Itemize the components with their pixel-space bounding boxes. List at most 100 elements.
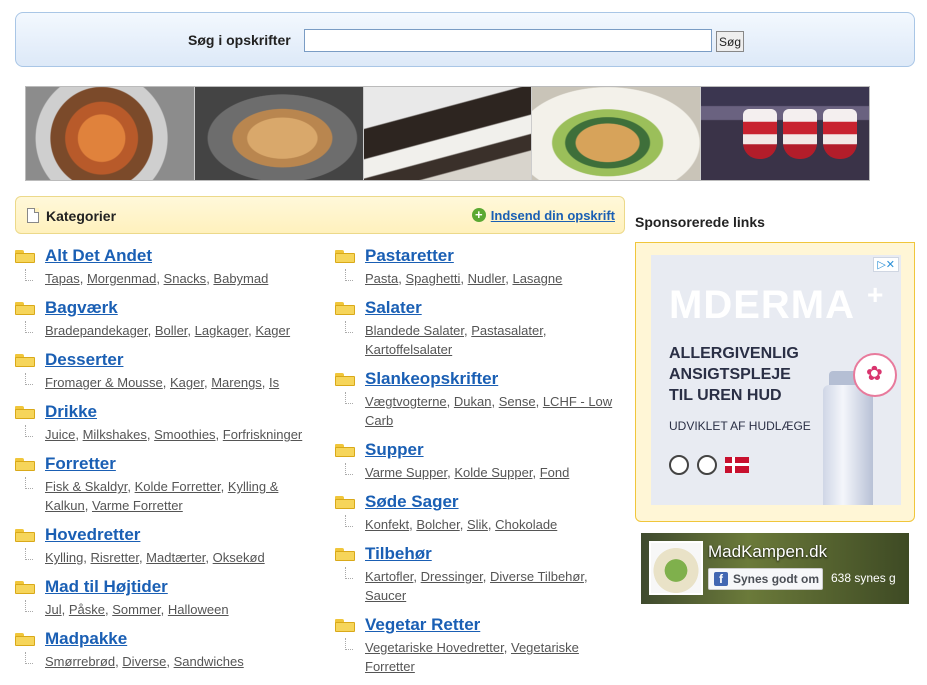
- dessert-glass: [823, 109, 858, 159]
- subcategory-link[interactable]: Kylling: [45, 550, 83, 565]
- subcategory-link[interactable]: Smørrebrød: [45, 654, 115, 669]
- certification-badge-icon: [697, 455, 717, 475]
- subcategory-link[interactable]: Chokolade: [495, 517, 557, 532]
- subcategory-link[interactable]: Tapas: [45, 271, 80, 286]
- ad-banner[interactable]: ▷✕ MDERMA + ALLERGIVENLIG ANSIGTSPLEJE T…: [651, 255, 901, 505]
- submit-recipe-link[interactable]: + Indsend din opskrift: [471, 208, 615, 223]
- page-thumbnail[interactable]: [649, 541, 703, 595]
- subcategory-link[interactable]: Jul: [45, 602, 62, 617]
- subcategory-link[interactable]: Konfekt: [365, 517, 409, 532]
- subcategory-link[interactable]: Sense: [499, 394, 536, 409]
- subcategory-link[interactable]: Fond: [540, 465, 570, 480]
- subcategory-link[interactable]: Bradepandekager: [45, 323, 148, 338]
- subcategory-link[interactable]: Kartoffelsalater: [365, 342, 452, 357]
- subcategory-link[interactable]: Smoothies: [154, 427, 215, 442]
- subcategory-link[interactable]: Diverse: [122, 654, 166, 669]
- subcategory-link[interactable]: Dressinger: [421, 569, 483, 584]
- category-link[interactable]: Vegetar Retter: [365, 615, 480, 635]
- categories-left-column: Alt Det Andet Tapas, Morgenmad, Snacks, B…: [15, 245, 315, 680]
- facebook-like-button[interactable]: f Synes godt om: [708, 568, 823, 590]
- subcategory-link[interactable]: Vegetariske Hovedretter: [365, 640, 504, 655]
- folder-icon: [335, 619, 355, 632]
- subcategory-link[interactable]: Kager: [255, 323, 290, 338]
- category-link[interactable]: Madpakke: [45, 629, 127, 649]
- subcategory-link[interactable]: Spaghetti: [405, 271, 460, 286]
- category-link[interactable]: Forretter: [45, 454, 116, 474]
- category-block: Pastaretter Pasta, Spaghetti, Nudler, Las…: [335, 245, 625, 288]
- category-link[interactable]: Slankeopskrifter: [365, 369, 498, 389]
- subcategory-link[interactable]: Vægtvogterne: [365, 394, 447, 409]
- subcategory-link[interactable]: Lagkager: [195, 323, 249, 338]
- tree-branch-icon: [25, 548, 33, 560]
- folder-icon: [335, 548, 355, 561]
- search-button[interactable]: Søg: [716, 31, 744, 52]
- category-link[interactable]: Tilbehør: [365, 544, 432, 564]
- subcategory-link[interactable]: Boller: [155, 323, 188, 338]
- subcategory-link[interactable]: Varme Forretter: [92, 498, 183, 513]
- category-block: Vegetar Retter Vegetariske Hovedretter, V…: [335, 614, 625, 676]
- tree-branch-icon: [25, 321, 33, 333]
- recipe-photo[interactable]: [701, 87, 869, 180]
- category-link[interactable]: Mad til Højtider: [45, 577, 168, 597]
- subcategory-link[interactable]: Påske: [69, 602, 105, 617]
- subcategory-link[interactable]: Kolde Supper: [454, 465, 532, 480]
- subcategory-link[interactable]: Diverse Tilbehør: [490, 569, 584, 584]
- subcategory-link[interactable]: Forfriskninger: [223, 427, 302, 442]
- folder-icon: [15, 250, 35, 263]
- sponsored-title: Sponsorerede links: [635, 214, 765, 230]
- recipe-photo[interactable]: [194, 87, 363, 180]
- folder-icon: [15, 633, 35, 646]
- subcategory-link[interactable]: Is: [269, 375, 279, 390]
- subcategory-link[interactable]: Blandede Salater: [365, 323, 464, 338]
- category-block: Desserter Fromager & Mousse, Kager, Maren…: [15, 349, 315, 392]
- subcategory-link[interactable]: Juice: [45, 427, 75, 442]
- subcategory-link[interactable]: Babymad: [213, 271, 268, 286]
- subcategory-link[interactable]: Kager: [170, 375, 204, 390]
- subcategory-link[interactable]: Slik: [467, 517, 488, 532]
- subcategory-link[interactable]: Sommer: [112, 602, 160, 617]
- search-input[interactable]: [304, 29, 712, 52]
- category-block: Mad til Højtider Jul, Påske, Sommer, Hall…: [15, 576, 315, 619]
- subcategory-link[interactable]: Sandwiches: [174, 654, 244, 669]
- subcategory-list: Tapas, Morgenmad, Snacks, Babymad: [15, 269, 315, 288]
- category-link[interactable]: Desserter: [45, 350, 123, 370]
- subcategory-link[interactable]: Lasagne: [512, 271, 562, 286]
- subcategory-link[interactable]: Bolcher: [416, 517, 459, 532]
- subcategory-link[interactable]: Morgenmad: [87, 271, 156, 286]
- subcategory-link[interactable]: Pasta: [365, 271, 398, 286]
- subcategory-link[interactable]: Saucer: [365, 588, 406, 603]
- subcategory-link[interactable]: Pastasalater: [471, 323, 543, 338]
- category-link[interactable]: Søde Sager: [365, 492, 459, 512]
- subcategory-link[interactable]: Halloween: [168, 602, 229, 617]
- subcategory-link[interactable]: Risretter: [91, 550, 139, 565]
- category-link[interactable]: Supper: [365, 440, 424, 460]
- category-link[interactable]: Drikke: [45, 402, 97, 422]
- facebook-page-name[interactable]: MadKampen.dk: [708, 542, 827, 562]
- folder-icon: [335, 250, 355, 263]
- subcategory-link[interactable]: Snacks: [164, 271, 207, 286]
- subcategory-link[interactable]: Nudler: [468, 271, 506, 286]
- subcategory-link[interactable]: Oksekød: [213, 550, 265, 565]
- ad-choices-icon[interactable]: ▷✕: [873, 257, 899, 272]
- subcategory-link[interactable]: Kolde Forretter: [135, 479, 221, 494]
- subcategory-link[interactable]: Fromager & Mousse: [45, 375, 163, 390]
- subcategory-link[interactable]: Madtærter: [146, 550, 205, 565]
- category-link[interactable]: Salater: [365, 298, 422, 318]
- subcategory-link[interactable]: Kartofler: [365, 569, 413, 584]
- recipe-photo[interactable]: [26, 87, 194, 180]
- category-link[interactable]: Pastaretter: [365, 246, 454, 266]
- category-link[interactable]: Bagværk: [45, 298, 118, 318]
- tree-branch-icon: [345, 269, 353, 281]
- folder-icon: [15, 581, 35, 594]
- subcategory-link[interactable]: Dukan: [454, 394, 492, 409]
- subcategory-link[interactable]: Varme Supper: [365, 465, 447, 480]
- subcategory-link[interactable]: Fisk & Skaldyr: [45, 479, 127, 494]
- category-block: Hovedretter Kylling, Risretter, Madtærter…: [15, 524, 315, 567]
- like-count: 638 synes g: [831, 571, 896, 585]
- subcategory-link[interactable]: Milkshakes: [83, 427, 147, 442]
- category-link[interactable]: Alt Det Andet: [45, 246, 152, 266]
- category-link[interactable]: Hovedretter: [45, 525, 140, 545]
- recipe-photo[interactable]: [532, 87, 701, 180]
- recipe-photo[interactable]: [363, 87, 532, 180]
- subcategory-link[interactable]: Marengs: [211, 375, 262, 390]
